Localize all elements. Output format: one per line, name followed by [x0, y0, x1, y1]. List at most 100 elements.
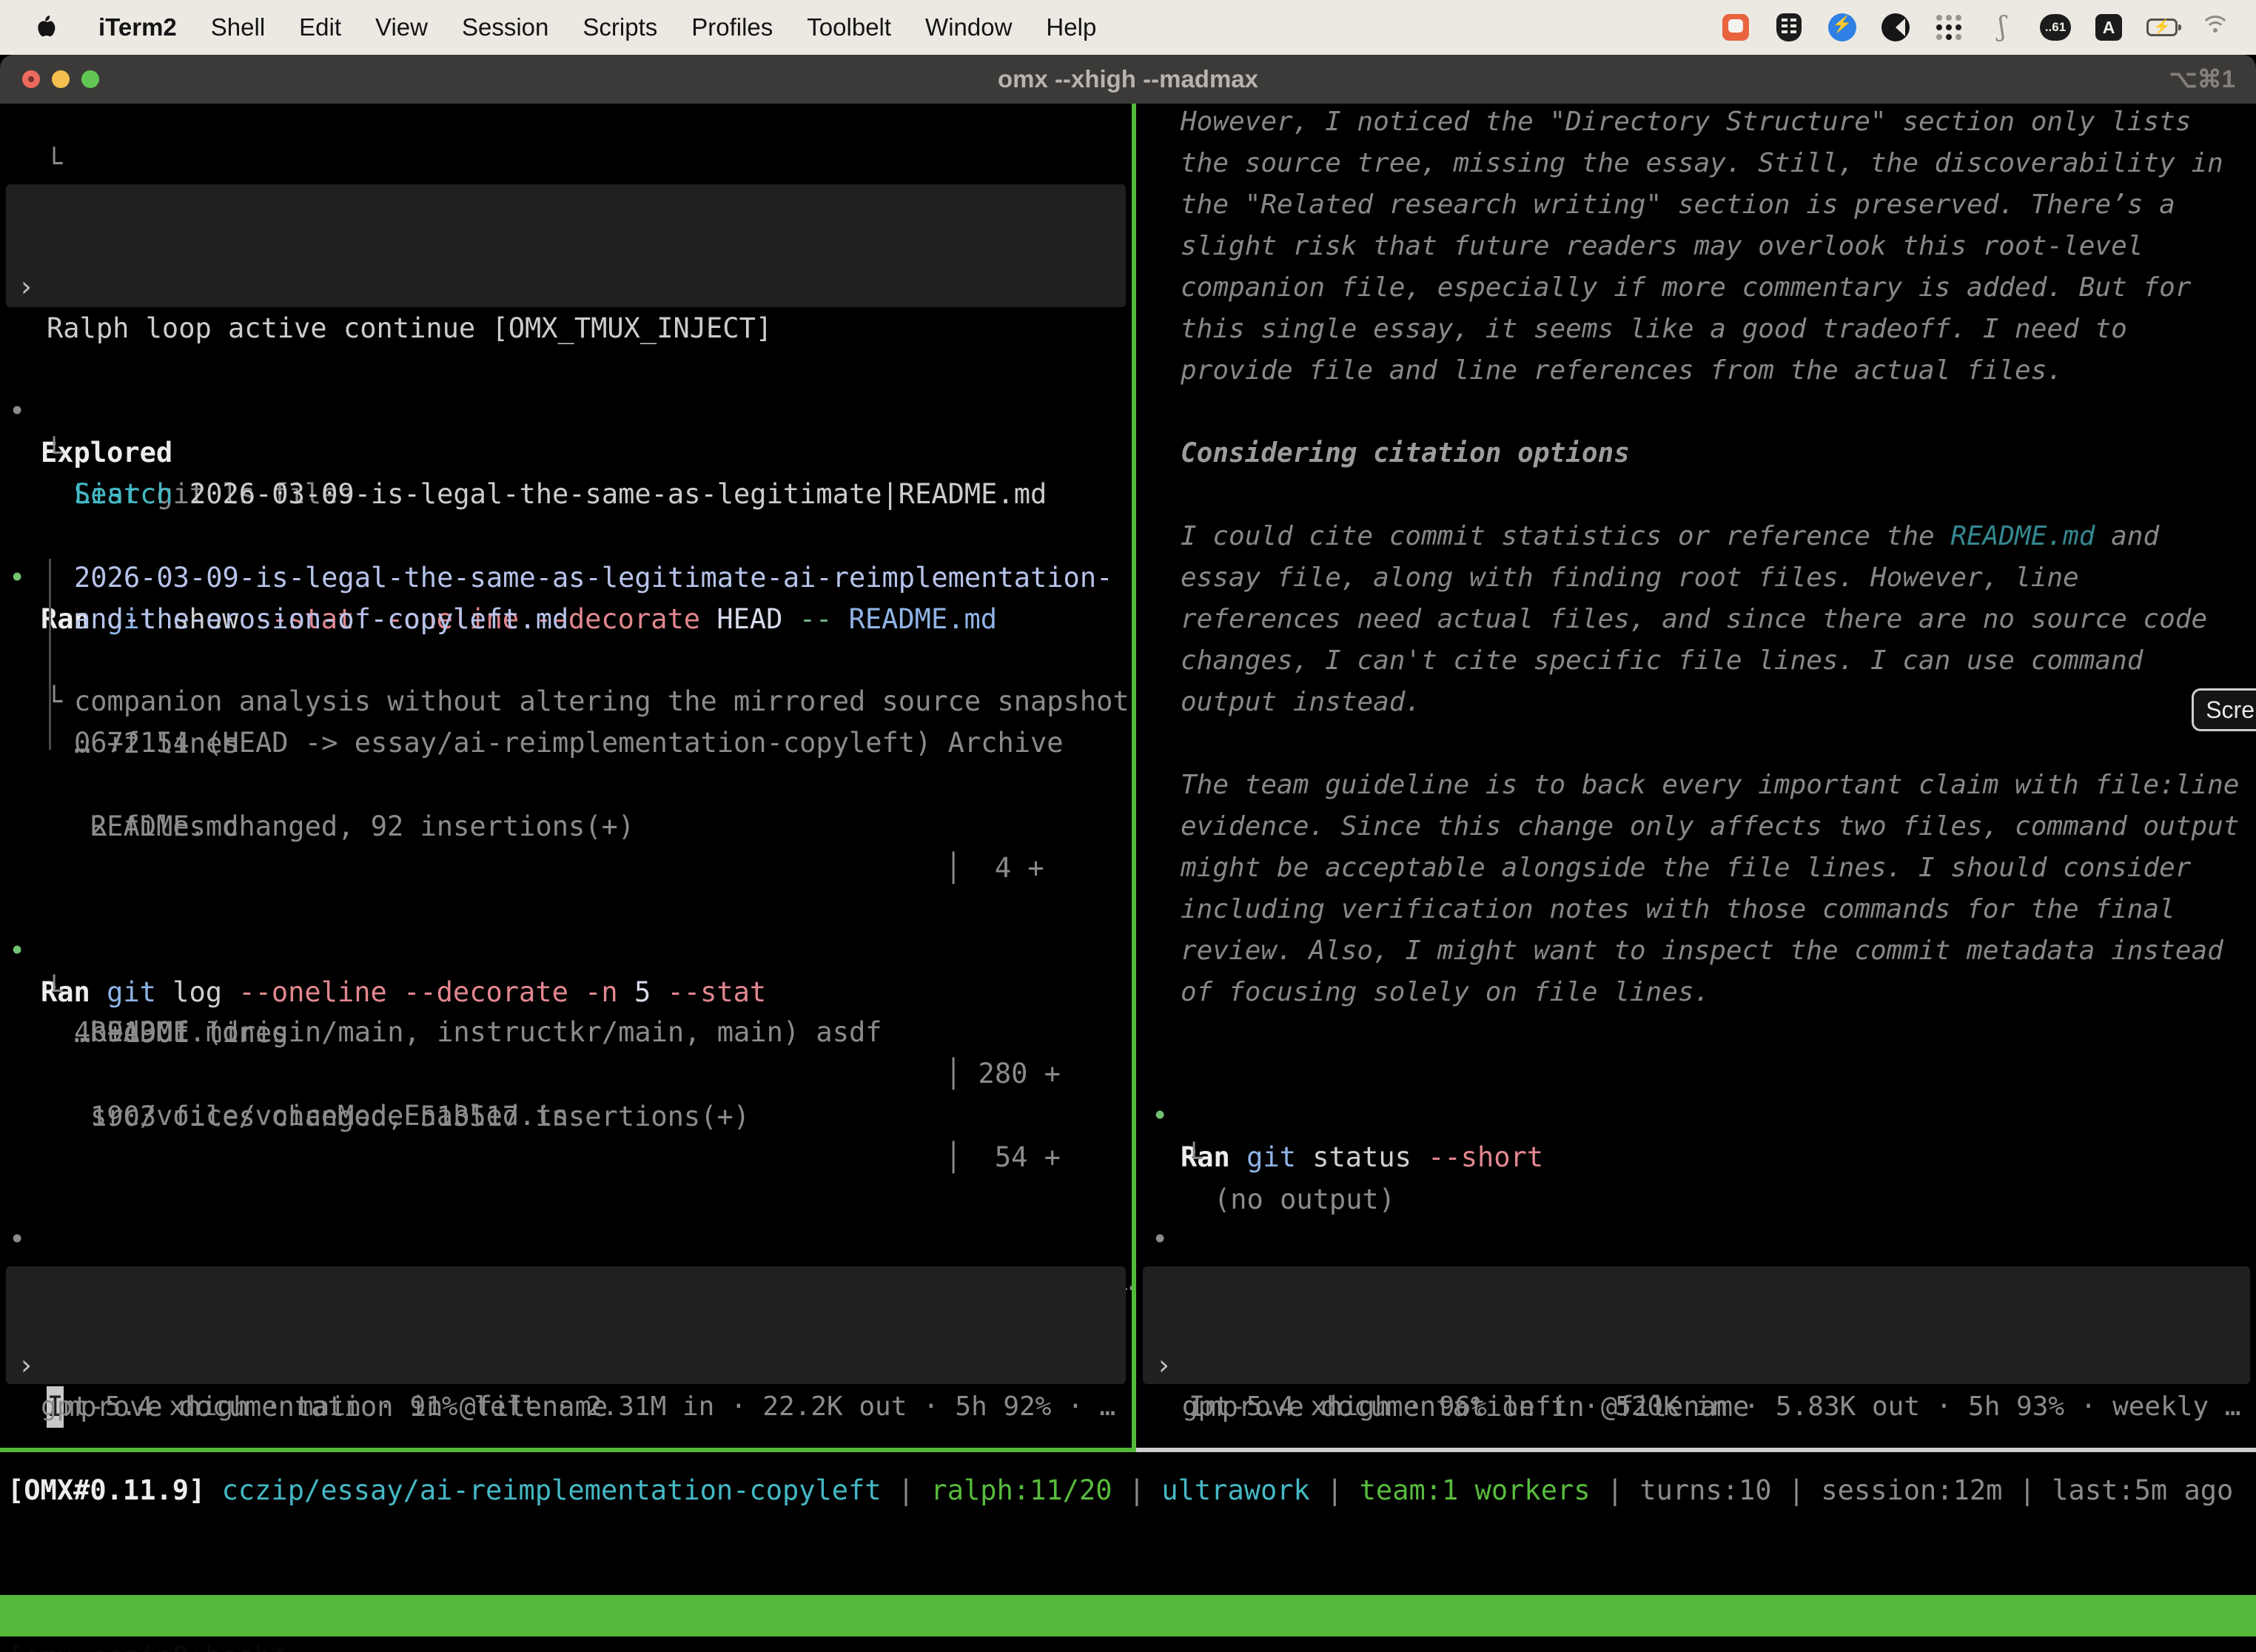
thinking-line: However, I noticed the "Directory Struct… — [1181, 104, 2191, 143]
messenger-icon[interactable] — [1827, 12, 1858, 43]
separator: | — [1772, 1474, 1822, 1506]
wifi-icon[interactable] — [2200, 12, 2231, 43]
inject-text: Ralph loop active continue [OMX_TMUX_INJ… — [47, 308, 772, 349]
thinking-line: including verification notes with those … — [1181, 889, 2175, 930]
thinking-heading: Considering citation options — [1181, 433, 1630, 474]
thinking-line: changes, I can't cite specific file line… — [1181, 640, 2143, 682]
thinking-line: evidence. Since this change only affects… — [1181, 806, 2239, 847]
menu-items: iTerm2 Shell Edit View Session Scripts P… — [81, 13, 1113, 41]
git-show-file-line1: 2026-03-09-is-legal-the-same-as-legitima… — [74, 557, 1112, 599]
git-log-cmd: Ran git log --oneline --decorate -n 5 --… — [41, 972, 766, 1013]
apple-menu[interactable] — [30, 14, 62, 41]
stat-value: │ 54 + — [945, 1137, 1061, 1178]
pane-divider[interactable] — [1132, 104, 1136, 1452]
menu-shell[interactable]: Shell — [194, 13, 282, 41]
omx-team: team:1 workers — [1360, 1474, 1591, 1506]
menu-profiles[interactable]: Profiles — [674, 13, 790, 41]
battery-icon[interactable] — [2146, 12, 2178, 43]
bullet-icon: • — [1152, 1219, 1168, 1260]
bullet-icon: • — [9, 1219, 25, 1260]
tree-corner-icon: └ — [46, 143, 62, 184]
circle-logo-icon[interactable] — [1880, 12, 1911, 43]
menu-session[interactable]: Session — [445, 13, 565, 41]
prompt-input[interactable]: › Improve documentation in @filename — [6, 1266, 1126, 1384]
stat-value: │ 4 + — [945, 847, 1044, 889]
thinking-line: might be acceptable alongside the file l… — [1181, 847, 2191, 889]
separator: | — [882, 1474, 931, 1506]
menubar-status-icons: ʃ ..61 A — [1720, 12, 2231, 43]
thinking-line: the "Related research writing" section i… — [1181, 184, 2175, 226]
right-pane[interactable]: However, I noticed the "Directory Struct… — [1136, 104, 2256, 1448]
thinking-line: The team guideline is to back every impo… — [1181, 765, 2239, 806]
separator: | — [2002, 1474, 2052, 1506]
menu-window[interactable]: Window — [908, 13, 1029, 41]
git-show-more: … +2 lines — [74, 723, 239, 765]
omx-ralph-counter: ralph:11/20 — [930, 1474, 1112, 1506]
no-output-text: (no output) — [1214, 1179, 1395, 1220]
window-titlebar: omx --xhigh --madmax ⌥⌘1 — [0, 55, 2256, 104]
prompt-icon: › — [1155, 1345, 1172, 1386]
menu-iterm2[interactable]: iTerm2 — [81, 13, 194, 41]
dashdash-token: -- — [799, 603, 849, 635]
menu-edit[interactable]: Edit — [282, 13, 358, 41]
head-token: HEAD — [716, 603, 799, 635]
active-pane-border — [0, 1448, 1136, 1452]
omx-status-line: [OMX#0.11.9] cczip/essay/ai-reimplementa… — [7, 1470, 2233, 1511]
thinking-line: I could cite commit statistics or refere… — [1181, 516, 2159, 557]
left-pane[interactable]: └ No agents completed yet › Ralph loop a… — [0, 104, 1132, 1448]
model-status-line: gpt-5.4 xhigh · main · 91% left · 2.31M … — [41, 1386, 1115, 1428]
readme-link[interactable]: README.md — [1950, 521, 2095, 551]
terminal-area: └ No agents completed yet › Ralph loop a… — [0, 104, 2256, 1452]
menu-view[interactable]: View — [358, 13, 445, 41]
screen-edge-tooltip: Scre — [2192, 688, 2256, 731]
menu-scripts[interactable]: Scripts — [565, 13, 674, 41]
dots-grid-icon[interactable] — [1933, 12, 1964, 43]
flags-token: --short — [1428, 1141, 1543, 1173]
squiggle-icon[interactable]: ʃ — [1987, 12, 2018, 43]
menu-toolbelt[interactable]: Toolbelt — [790, 13, 908, 41]
thinking-line: of focusing solely on file lines. — [1181, 972, 1710, 1013]
thinking-text: I could cite commit statistics or refere… — [1181, 521, 1950, 551]
menu-help[interactable]: Help — [1029, 13, 1113, 41]
tree-corner-icon: └ — [46, 681, 62, 722]
stat-value: │ 280 + — [945, 1053, 1061, 1095]
thinking-line: review. Also, I might want to inspect th… — [1181, 930, 2223, 972]
prompt-icon: › — [18, 1345, 34, 1386]
omx-last: last:5m ago — [2052, 1474, 2233, 1506]
tmux-status-bar: [omx-cczip0:bash* "MacBook-Pro-44.local"… — [0, 1595, 2256, 1636]
battery-percent-icon[interactable]: ..61 — [2040, 12, 2071, 43]
thinking-line: companion file, especially if more comme… — [1181, 267, 2191, 309]
subcommand-token: log — [172, 976, 238, 1008]
n-flag-token: -n — [585, 976, 634, 1008]
model-status-line: gpt-5.4 xhigh · 96% left · 520K in · 5.8… — [1182, 1386, 2240, 1428]
inject-banner[interactable]: › Ralph loop active continue [OMX_TMUX_I… — [6, 184, 1126, 307]
git-token: git — [107, 976, 172, 1008]
git-show-file-line2: and-the-erosion-of-copyleft.md — [74, 599, 568, 640]
thinking-line: output instead. — [1181, 682, 1421, 723]
inactive-pane-border — [1136, 1448, 2256, 1452]
git-show-summary: 2 files changed, 92 insertions(+) — [90, 806, 634, 847]
count-token: 5 — [634, 976, 668, 1008]
keyboard-layout-icon[interactable]: A — [2093, 12, 2124, 43]
window-shortcut-badge: ⌥⌘1 — [2169, 55, 2235, 104]
thinking-line: provide file and line references from th… — [1181, 350, 2063, 392]
shield-grid-icon[interactable] — [1773, 12, 1805, 43]
explored-search-text: Search 2026-03-09-is-legal-the-same-as-l… — [74, 474, 1047, 515]
window-title: omx --xhigh --madmax — [0, 55, 2256, 104]
tree-corner-icon: └ — [1186, 1138, 1202, 1179]
omx-turns: turns:10 — [1639, 1474, 1771, 1506]
stat-flag-token: --stat — [668, 976, 767, 1008]
screen-recording-icon[interactable] — [1720, 12, 1751, 43]
thinking-text: and — [2095, 521, 2159, 551]
git-log-summary: 1903 files changed, 513517 insertions(+) — [90, 1096, 750, 1138]
thinking-line: the source tree, missing the essay. Stil… — [1181, 143, 2223, 184]
file-token: README.md — [849, 603, 997, 635]
tmux-session-window[interactable]: [omx-cczip0:bash* — [7, 1636, 288, 1652]
thinking-line: slight risk that future readers may over… — [1181, 226, 2143, 267]
separator: | — [1310, 1474, 1360, 1506]
git-show-out2: companion analysis without altering the … — [74, 681, 1129, 722]
thinking-line: this single essay, it seems like a good … — [1181, 309, 2127, 350]
prompt-input[interactable]: › Improve documentation in @filename — [1143, 1266, 2250, 1384]
separator: | — [1591, 1474, 1640, 1506]
search-target: 2026-03-09-is-legal-the-same-as-legitima… — [173, 478, 1047, 510]
